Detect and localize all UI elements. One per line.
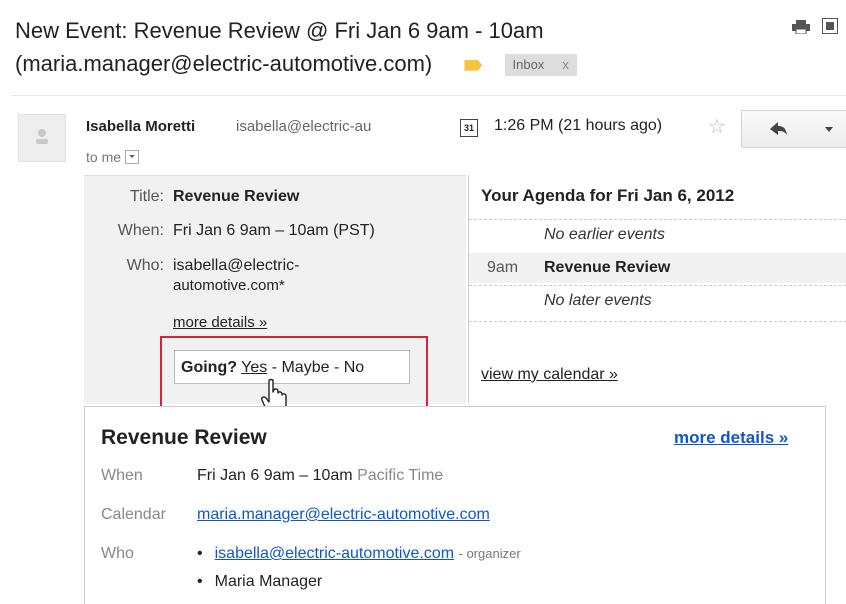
subject-line-1: New Event: Revenue Review @ Fri Jan 6 9a…: [15, 18, 544, 43]
inbox-label-text: Inbox: [512, 57, 545, 73]
avatar[interactable]: [18, 114, 66, 162]
subject-line-2: (maria.manager@electric-automotive.com): [15, 51, 433, 76]
details-when-label: When: [101, 467, 143, 484]
star-icon[interactable]: ☆: [708, 114, 726, 139]
no-later-events: No later events: [544, 292, 652, 309]
header-divider: [12, 95, 846, 96]
details-when-tz: Pacific Time: [357, 467, 444, 484]
sender-name[interactable]: Isabella Moretti: [86, 118, 195, 135]
person-icon: [36, 129, 48, 144]
who-value-line2: automotive.com*: [173, 277, 285, 294]
details-who-label: Who: [101, 545, 134, 562]
when-value: Fri Jan 6 9am – 10am (PST): [173, 222, 375, 239]
organizer-role: - organizer: [458, 546, 521, 561]
label-tag-icon[interactable]: [464, 59, 483, 71]
agenda-row-later: No later events: [469, 285, 846, 316]
bullet: •: [197, 573, 203, 590]
print-icon[interactable]: [792, 20, 810, 34]
timestamp: 1:26 PM (21 hours ago): [494, 117, 663, 134]
details-when: Fri Jan 6 9am – 10am Pacific Time: [197, 467, 443, 485]
details-calendar-label: Calendar: [101, 506, 166, 523]
new-window-icon[interactable]: [822, 18, 838, 34]
agenda-divider: [469, 321, 846, 323]
event-title: Revenue Review: [544, 259, 671, 276]
details-who-item-1: • isabella@electric-automotive.com - orga…: [197, 545, 521, 563]
who-value-line1: isabella@electric-: [173, 257, 300, 274]
organizer-email-link[interactable]: isabella@electric-automotive.com: [215, 545, 454, 562]
title-value: Revenue Review: [173, 188, 300, 205]
bullet: •: [197, 545, 203, 562]
agenda-row-event[interactable]: 9am Revenue Review: [469, 253, 846, 283]
reply-arrow-icon: [770, 122, 787, 135]
view-calendar-link[interactable]: view my calendar »: [481, 366, 618, 384]
details-who-item-2: • Maria Manager: [197, 573, 322, 591]
agenda-title: Your Agenda for Fri Jan 6, 2012: [481, 186, 735, 205]
sender-email: isabella@electric-au: [236, 118, 372, 135]
to-me-text: to me: [86, 149, 122, 165]
who-label: Who:: [126, 257, 164, 274]
details-title: Revenue Review: [101, 426, 267, 449]
recipient-details-dropdown-icon[interactable]: [125, 150, 140, 165]
event-time: 9am: [487, 259, 519, 276]
event-details-card: Revenue Review more details » When Fri J…: [84, 406, 826, 604]
chevron-down-icon: [825, 127, 833, 132]
when-label: When:: [117, 222, 164, 239]
more-actions-button[interactable]: [812, 110, 846, 148]
inbox-label-chip[interactable]: Inbox x: [504, 54, 577, 77]
remove-label-button[interactable]: x: [562, 57, 569, 72]
more-details-link[interactable]: more details »: [173, 314, 267, 331]
no-earlier-events: No earlier events: [544, 226, 665, 243]
email-subject: New Event: Revenue Review @ Fri Jan 6 9a…: [15, 14, 775, 80]
guest-name: Maria Manager: [214, 573, 323, 590]
agenda-panel: Your Agenda for Fri Jan 6, 2012 No earli…: [468, 175, 846, 403]
calendar-icon: 31: [460, 119, 478, 137]
agenda-row-earlier: No earlier events: [469, 219, 846, 252]
recipient-line: to me: [86, 149, 140, 165]
details-more-link[interactable]: more details »: [674, 428, 788, 448]
reply-button[interactable]: [741, 110, 813, 148]
details-calendar-link[interactable]: maria.manager@electric-automotive.com: [197, 506, 490, 524]
title-label: Title:: [129, 188, 164, 205]
details-when-value: Fri Jan 6 9am – 10am: [197, 467, 353, 484]
